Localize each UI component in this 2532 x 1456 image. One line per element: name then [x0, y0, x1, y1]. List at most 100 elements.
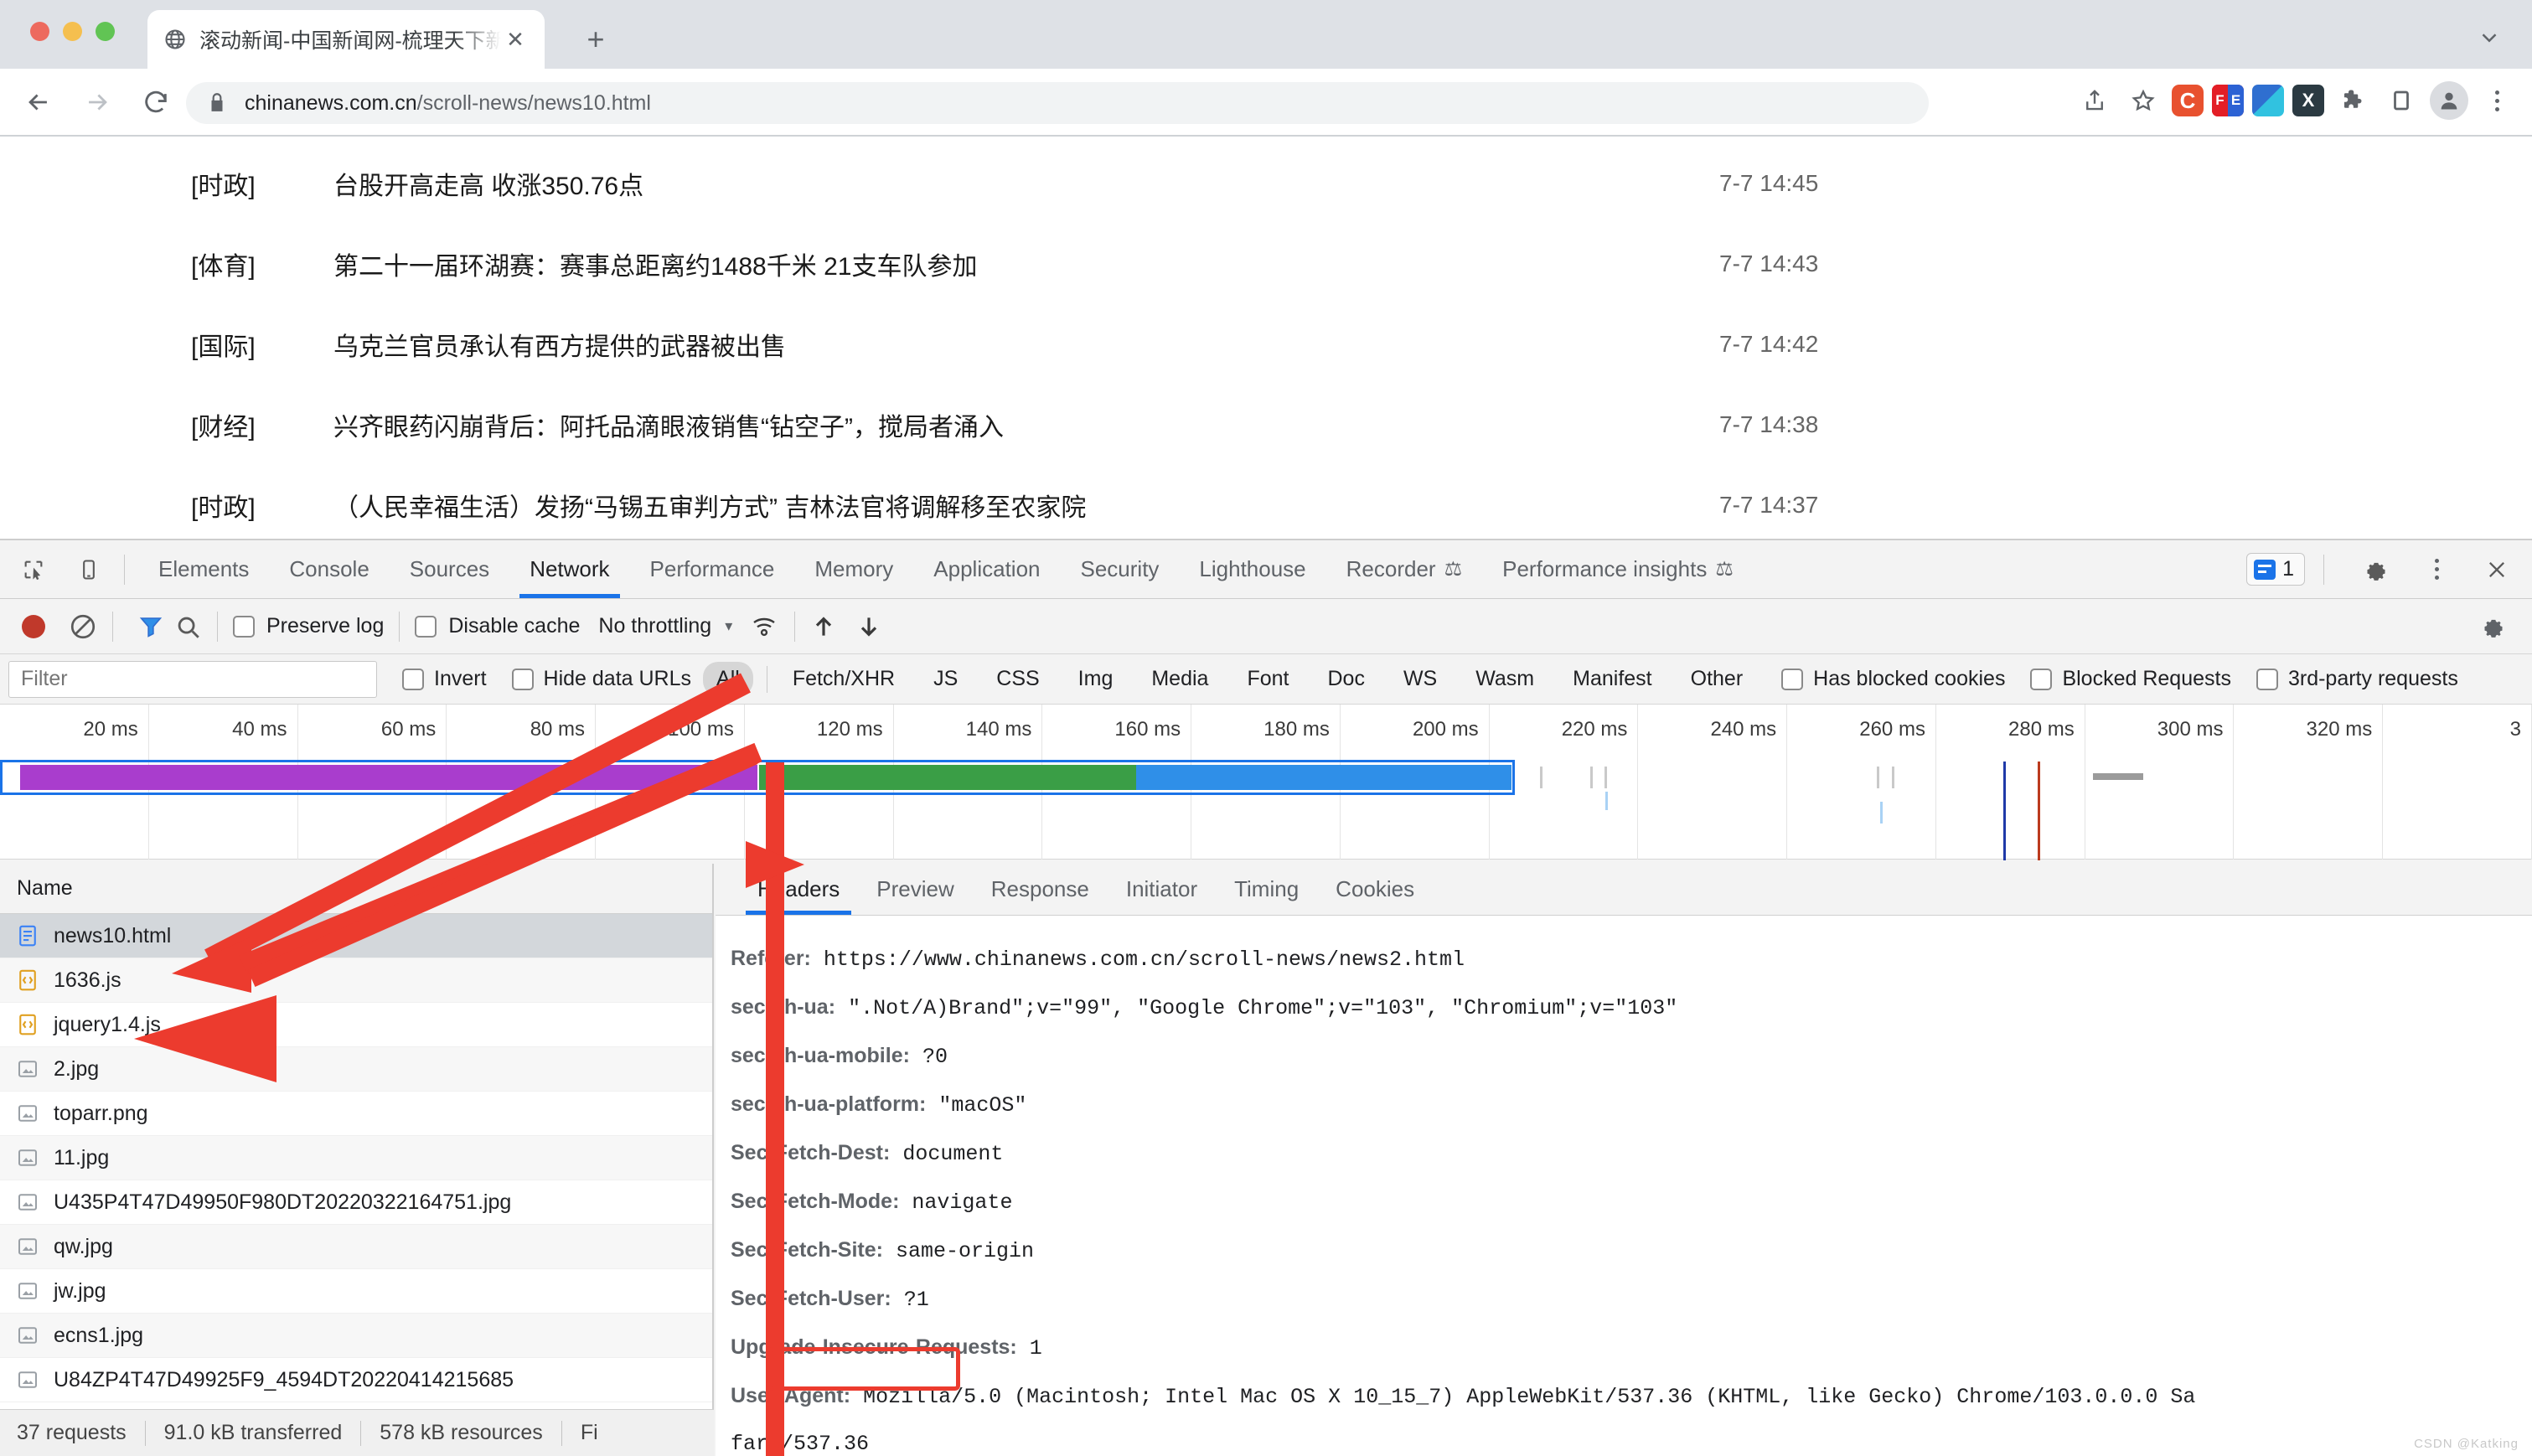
search-icon[interactable] — [173, 612, 202, 641]
hide-data-urls-box[interactable] — [511, 668, 534, 690]
request-row[interactable]: jw.jpg — [0, 1269, 712, 1314]
type-filter-wasm[interactable]: Wasm — [1462, 662, 1548, 696]
devtools-tab-performance[interactable]: Performance — [630, 541, 795, 598]
maximize-window-button[interactable] — [96, 22, 115, 41]
extension-c-icon[interactable]: C — [2172, 85, 2204, 116]
request-row[interactable]: toparr.png — [0, 1092, 712, 1136]
detail-tab-headers[interactable]: Headers — [739, 865, 858, 915]
type-filter-js[interactable]: JS — [920, 662, 971, 696]
invert-box[interactable] — [402, 668, 424, 690]
news-item[interactable]: [体育] 第二十一届环湖赛：赛事总距离约1488千米 21支车队参加 7-7 14:… — [0, 224, 1927, 304]
chevron-down-icon[interactable] — [2475, 23, 2504, 52]
request-row[interactable]: U84ZP4T47D49925F9_4594DT20220414215685 — [0, 1358, 712, 1402]
close-devtools-icon[interactable] — [2475, 548, 2519, 591]
type-filter-img[interactable]: Img — [1065, 662, 1127, 696]
devtools-tab-application[interactable]: Application — [913, 541, 1060, 598]
request-row[interactable]: 1636.js — [0, 958, 712, 1003]
profile-avatar-icon[interactable] — [2430, 81, 2468, 120]
news-item[interactable]: [时政] （人民幸福生活）发扬“马锡五审判方式” 吉林法官将调解移至农家院 7-7 … — [0, 465, 1927, 539]
blocked-requests-box[interactable] — [2030, 668, 2053, 690]
type-filter-all[interactable]: All — [703, 662, 753, 696]
preserve-log-box[interactable] — [233, 615, 255, 638]
clear-requests-icon[interactable] — [69, 612, 97, 641]
devtools-tab-console[interactable]: Console — [269, 541, 389, 598]
has-blocked-cookies-box[interactable] — [1781, 668, 1804, 690]
news-title[interactable]: （人民幸福生活）发扬“马锡五审判方式” 吉林法官将调解移至农家院 — [333, 487, 1676, 524]
extension-blue-icon[interactable] — [2252, 85, 2284, 116]
detail-tab-cookies[interactable]: Cookies — [1317, 865, 1433, 915]
forward-icon[interactable] — [77, 82, 117, 122]
puzzle-icon[interactable] — [2333, 80, 2373, 121]
blocked-requests-checkbox[interactable]: Blocked Requests — [2030, 667, 2231, 691]
news-item[interactable]: [时政] 台股开高走高 收涨350.76点 7-7 14:45 — [0, 143, 1927, 224]
has-blocked-cookies-checkbox[interactable]: Has blocked cookies — [1781, 667, 2005, 691]
extension-x-icon[interactable]: X — [2292, 85, 2324, 116]
export-har-icon[interactable] — [855, 613, 882, 640]
import-har-icon[interactable] — [810, 613, 837, 640]
device-toolbar-icon[interactable] — [67, 548, 111, 591]
network-settings-gear-icon[interactable] — [2472, 605, 2515, 648]
news-title[interactable]: 第二十一届环湖赛：赛事总距离约1488千米 21支车队参加 — [333, 245, 1676, 282]
type-filter-doc[interactable]: Doc — [1314, 662, 1377, 696]
request-row[interactable]: qw.jpg — [0, 1225, 712, 1269]
news-item[interactable]: [财经] 兴齐眼药闪崩背后：阿托品滴眼液销售“钻空子”，搅局者涌入 7-7 14:3… — [0, 385, 1927, 465]
inspect-element-icon[interactable] — [12, 548, 55, 591]
throttling-select[interactable]: No throttling ▾ — [598, 614, 732, 638]
filter-icon[interactable] — [137, 612, 165, 641]
request-row[interactable]: 2.jpg — [0, 1047, 712, 1092]
record-button[interactable] — [22, 614, 45, 638]
close-window-button[interactable] — [30, 22, 49, 41]
disable-cache-box[interactable] — [415, 615, 437, 638]
request-row[interactable]: U435P4T47D49950F980DT20220322164751.jpg — [0, 1180, 712, 1225]
request-row[interactable]: 11.jpg — [0, 1136, 712, 1180]
request-row[interactable]: ecns1.jpg — [0, 1314, 712, 1358]
request-row[interactable]: news10.html — [0, 914, 712, 958]
minimize-window-button[interactable] — [63, 22, 82, 41]
new-tab-button[interactable]: + — [578, 22, 613, 57]
network-overview-timeline[interactable]: 20 ms 40 ms 60 ms 80 ms 100 ms 120 ms 140 ms 16… — [0, 705, 2532, 860]
news-title[interactable]: 台股开高走高 收涨350.76点 — [333, 165, 1676, 202]
devtools-tab-recorder[interactable]: Recorder ⚖ — [1326, 541, 1482, 598]
close-tab-icon[interactable]: ✕ — [501, 25, 530, 54]
type-filter-media[interactable]: Media — [1138, 662, 1222, 696]
devtools-tab-network[interactable]: Network — [509, 541, 629, 598]
devtools-tab-memory[interactable]: Memory — [794, 541, 913, 598]
detail-tab-initiator[interactable]: Initiator — [1108, 865, 1216, 915]
detail-tab-timing[interactable]: Timing — [1216, 865, 1317, 915]
star-icon[interactable] — [2123, 80, 2163, 121]
browser-tab[interactable]: 滚动新闻-中国新闻网-梳理天下新闻 ✕ — [147, 10, 545, 69]
request-row[interactable]: jquery1.4.js — [0, 1003, 712, 1047]
kebab-menu-icon[interactable] — [2477, 80, 2517, 121]
filter-input[interactable] — [8, 660, 377, 698]
devtools-tab-elements[interactable]: Elements — [138, 541, 269, 598]
invert-checkbox[interactable]: Invert — [402, 667, 487, 691]
devtools-tab-lighthouse[interactable]: Lighthouse — [1179, 541, 1325, 598]
type-filter-other[interactable]: Other — [1677, 662, 1757, 696]
extension-fe-icon[interactable]: F E — [2212, 85, 2244, 116]
type-filter-css[interactable]: CSS — [983, 662, 1052, 696]
wifi-settings-icon[interactable] — [751, 612, 779, 641]
detail-tab-preview[interactable]: Preview — [858, 865, 972, 915]
type-filter-ws[interactable]: WS — [1390, 662, 1450, 696]
third-party-box[interactable] — [2256, 668, 2278, 690]
news-title[interactable]: 兴齐眼药闪崩背后：阿托品滴眼液销售“钻空子”，搅局者涌入 — [333, 406, 1676, 443]
back-icon[interactable] — [18, 82, 59, 122]
reload-icon[interactable] — [136, 82, 176, 122]
type-filter-font[interactable]: Font — [1233, 662, 1302, 696]
type-filter-fetch-xhr[interactable]: Fetch/XHR — [779, 662, 908, 696]
message-count-badge[interactable]: 1 — [2246, 553, 2305, 586]
request-list-header[interactable]: Name — [0, 864, 712, 914]
devtools-tab-sources[interactable]: Sources — [390, 541, 509, 598]
type-filter-manifest[interactable]: Manifest — [1559, 662, 1665, 696]
settings-gear-icon[interactable] — [2354, 548, 2398, 591]
address-bar[interactable]: chinanews.com.cn/scroll-news/news10.html — [186, 82, 1929, 124]
detail-tab-response[interactable]: Response — [973, 865, 1108, 915]
share-icon[interactable] — [2075, 80, 2115, 121]
third-party-requests-checkbox[interactable]: 3rd-party requests — [2256, 667, 2458, 691]
preserve-log-checkbox[interactable]: Preserve log — [233, 614, 384, 638]
news-title[interactable]: 乌克兰官员承认有西方提供的武器被出售 — [333, 326, 1676, 363]
disable-cache-checkbox[interactable]: Disable cache — [415, 614, 580, 638]
hide-data-urls-checkbox[interactable]: Hide data URLs — [511, 667, 691, 691]
side-panel-icon[interactable] — [2381, 80, 2421, 121]
news-item[interactable]: [国际] 乌克兰官员承认有西方提供的武器被出售 7-7 14:42 — [0, 304, 1927, 385]
